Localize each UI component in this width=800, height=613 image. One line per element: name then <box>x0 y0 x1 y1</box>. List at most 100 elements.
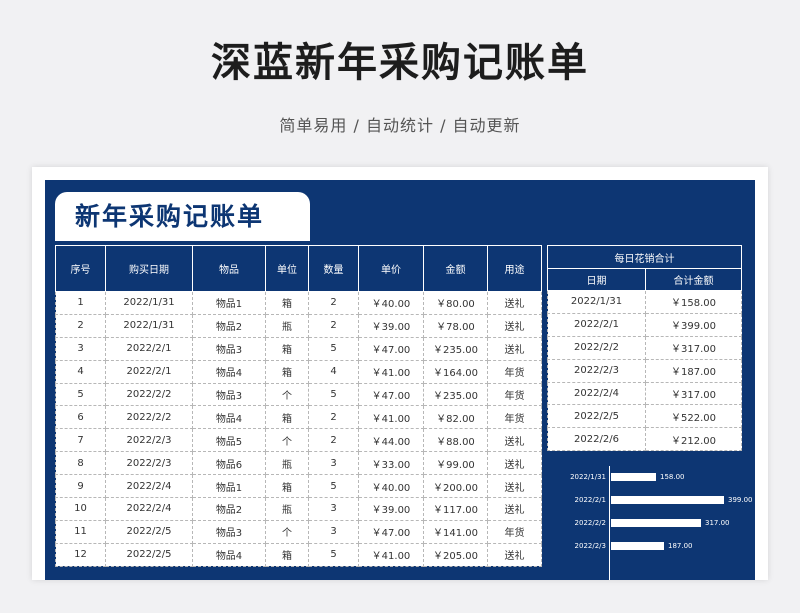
table-cell[interactable]: 5 <box>308 474 359 499</box>
table-cell[interactable]: 送礼 <box>487 474 542 499</box>
table-cell[interactable]: 2022/2/5 <box>105 542 193 567</box>
table-cell[interactable]: 物品5 <box>192 428 266 453</box>
table-cell[interactable]: ￥205.00 <box>423 542 488 567</box>
table-cell[interactable]: ￥82.00 <box>423 405 488 430</box>
table-cell[interactable]: ￥317.00 <box>645 381 742 406</box>
table-cell[interactable]: ￥187.00 <box>645 358 742 383</box>
table-cell[interactable]: ￥41.00 <box>358 405 424 430</box>
table-cell[interactable]: 箱 <box>265 405 309 430</box>
table-cell[interactable]: 年货 <box>487 519 542 544</box>
table-cell[interactable]: 2022/2/2 <box>547 335 646 360</box>
table-cell[interactable]: 2022/2/1 <box>105 336 193 361</box>
table-cell[interactable]: ￥40.00 <box>358 474 424 499</box>
table-cell[interactable]: 瓶 <box>265 497 309 521</box>
table-cell[interactable]: ￥80.00 <box>423 291 488 315</box>
table-cell[interactable]: 箱 <box>265 336 309 361</box>
table-cell[interactable]: ￥44.00 <box>358 428 424 453</box>
table-cell[interactable]: ￥235.00 <box>423 382 488 407</box>
table-cell[interactable]: 12 <box>55 542 106 567</box>
table-cell[interactable]: 2022/2/1 <box>105 359 193 384</box>
table-cell[interactable]: 2 <box>55 313 106 338</box>
table-cell[interactable]: 2022/2/5 <box>547 404 646 429</box>
table-cell[interactable]: 物品2 <box>192 313 266 338</box>
table-cell[interactable]: 个 <box>265 428 309 453</box>
table-cell[interactable]: 年货 <box>487 382 542 407</box>
table-cell[interactable]: 11 <box>55 519 106 544</box>
table-cell[interactable]: ￥158.00 <box>645 290 742 314</box>
table-cell[interactable]: 2022/2/3 <box>547 358 646 383</box>
table-cell[interactable]: ￥39.00 <box>358 313 424 338</box>
table-cell[interactable]: 送礼 <box>487 336 542 361</box>
table-cell[interactable]: 送礼 <box>487 497 542 521</box>
table-cell[interactable]: 2 <box>308 291 359 315</box>
table-cell[interactable]: ￥78.00 <box>423 313 488 338</box>
table-cell[interactable]: 3 <box>55 336 106 361</box>
table-cell[interactable]: ￥99.00 <box>423 451 488 476</box>
table-cell[interactable]: 瓶 <box>265 313 309 338</box>
table-cell[interactable]: ￥522.00 <box>645 404 742 429</box>
table-cell[interactable]: 9 <box>55 474 106 499</box>
table-cell[interactable]: 5 <box>308 382 359 407</box>
table-cell[interactable]: 物品3 <box>192 519 266 544</box>
table-cell[interactable]: 2022/2/2 <box>105 382 193 407</box>
table-cell[interactable]: 6 <box>55 405 106 430</box>
table-cell[interactable]: 3 <box>308 497 359 521</box>
table-cell[interactable]: 3 <box>308 451 359 476</box>
table-cell[interactable]: 2 <box>308 405 359 430</box>
table-cell[interactable]: ￥235.00 <box>423 336 488 361</box>
table-cell[interactable]: 2022/2/4 <box>105 474 193 499</box>
table-cell[interactable]: ￥399.00 <box>645 312 742 337</box>
table-cell[interactable]: ￥40.00 <box>358 291 424 315</box>
table-cell[interactable]: 物品1 <box>192 474 266 499</box>
table-cell[interactable]: 年货 <box>487 359 542 384</box>
table-cell[interactable]: 5 <box>55 382 106 407</box>
table-cell[interactable]: 个 <box>265 382 309 407</box>
table-cell[interactable]: ￥47.00 <box>358 519 424 544</box>
table-cell[interactable]: 2022/1/31 <box>547 290 646 314</box>
table-cell[interactable]: 8 <box>55 451 106 476</box>
table-cell[interactable]: 箱 <box>265 542 309 567</box>
table-cell[interactable]: 送礼 <box>487 313 542 338</box>
table-cell[interactable]: 2022/2/3 <box>105 451 193 476</box>
table-cell[interactable]: 2022/1/31 <box>105 291 193 315</box>
table-cell[interactable]: 物品4 <box>192 405 266 430</box>
table-cell[interactable]: 2022/1/31 <box>105 313 193 338</box>
table-cell[interactable]: 个 <box>265 519 309 544</box>
table-cell[interactable]: ￥47.00 <box>358 336 424 361</box>
table-cell[interactable]: 物品3 <box>192 336 266 361</box>
table-cell[interactable]: 送礼 <box>487 291 542 315</box>
table-cell[interactable]: 2022/2/4 <box>547 381 646 406</box>
table-cell[interactable]: 物品2 <box>192 497 266 521</box>
table-cell[interactable]: 送礼 <box>487 428 542 453</box>
table-cell[interactable]: ￥88.00 <box>423 428 488 453</box>
table-cell[interactable]: ￥141.00 <box>423 519 488 544</box>
table-cell[interactable]: 4 <box>308 359 359 384</box>
table-cell[interactable]: ￥47.00 <box>358 382 424 407</box>
table-cell[interactable]: 物品6 <box>192 451 266 476</box>
table-cell[interactable]: 2022/2/2 <box>105 405 193 430</box>
table-cell[interactable]: 瓶 <box>265 451 309 476</box>
table-cell[interactable]: 2022/2/3 <box>105 428 193 453</box>
table-cell[interactable]: ￥212.00 <box>645 427 742 452</box>
table-cell[interactable]: ￥41.00 <box>358 359 424 384</box>
table-cell[interactable]: 物品3 <box>192 382 266 407</box>
table-cell[interactable]: 物品4 <box>192 542 266 567</box>
table-cell[interactable]: 3 <box>308 519 359 544</box>
table-cell[interactable]: 7 <box>55 428 106 453</box>
table-cell[interactable]: 箱 <box>265 359 309 384</box>
table-cell[interactable]: 4 <box>55 359 106 384</box>
table-cell[interactable]: ￥317.00 <box>645 335 742 360</box>
table-cell[interactable]: 5 <box>308 336 359 361</box>
table-cell[interactable]: 物品4 <box>192 359 266 384</box>
table-cell[interactable]: 箱 <box>265 474 309 499</box>
table-cell[interactable]: 物品1 <box>192 291 266 315</box>
table-cell[interactable]: 送礼 <box>487 542 542 567</box>
table-cell[interactable]: 2022/2/4 <box>105 497 193 521</box>
table-cell[interactable]: 2022/2/6 <box>547 427 646 452</box>
table-cell[interactable]: 5 <box>308 542 359 567</box>
table-cell[interactable]: 2022/2/1 <box>547 312 646 337</box>
table-cell[interactable]: 年货 <box>487 405 542 430</box>
table-cell[interactable]: 箱 <box>265 291 309 315</box>
table-cell[interactable]: 1 <box>55 291 106 315</box>
table-cell[interactable]: ￥33.00 <box>358 451 424 476</box>
